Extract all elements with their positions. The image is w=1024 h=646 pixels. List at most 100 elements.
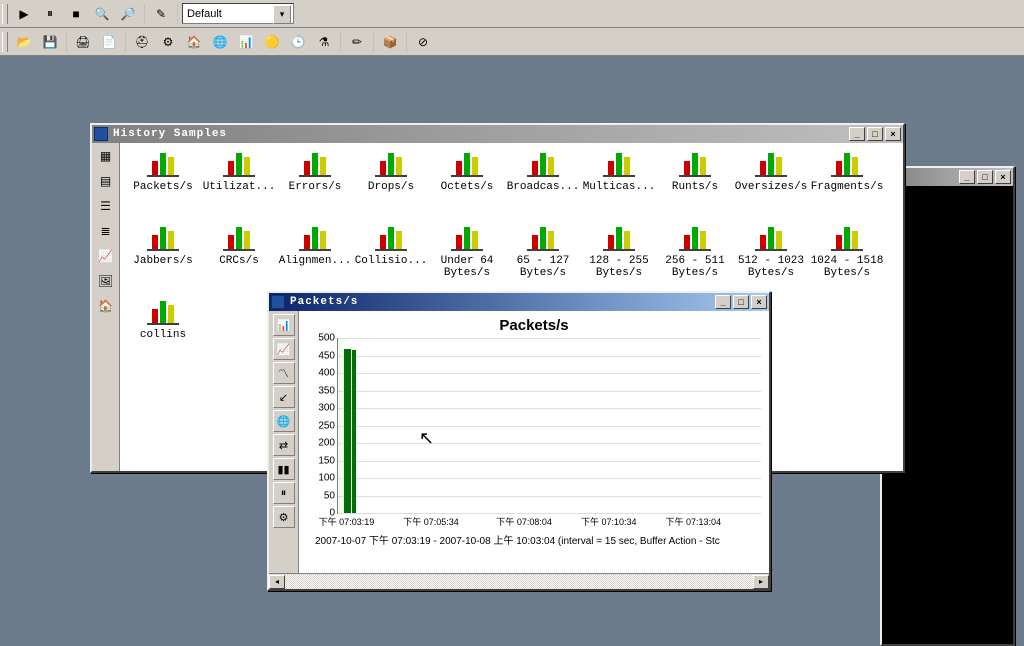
toolbar-row-2: 📂 💾 🖨 📄 ⛑ ⚙ 🏠 🌐 📊 🟡 🕒 ⚗ ✏ 📦 ⊘ bbox=[0, 28, 1024, 56]
bar-chart-icon bbox=[831, 225, 863, 251]
minimize-button[interactable]: _ bbox=[959, 170, 975, 184]
bar-chart-icon bbox=[603, 151, 635, 177]
area-chart-button[interactable]: 📈 bbox=[273, 338, 295, 360]
maximize-button[interactable]: □ bbox=[733, 295, 749, 309]
find-next-button[interactable]: 🔎 bbox=[116, 3, 140, 25]
tool-j-button[interactable]: 📦 bbox=[378, 31, 402, 53]
history-item[interactable]: Utilizat... bbox=[202, 151, 276, 223]
compare-button[interactable]: ⇄ bbox=[273, 434, 295, 456]
pause-button[interactable]: ⏸ bbox=[38, 3, 62, 25]
stop-button[interactable]: ■ bbox=[64, 3, 88, 25]
history-item-label: collins bbox=[140, 329, 186, 341]
history-item[interactable]: Oversizes/s bbox=[734, 151, 808, 223]
print-button[interactable]: 🖨 bbox=[71, 31, 95, 53]
history-item[interactable]: Collisio... bbox=[354, 225, 428, 297]
close-button[interactable]: × bbox=[751, 295, 767, 309]
profile-combo[interactable]: Default bbox=[182, 3, 294, 24]
grip-icon bbox=[2, 32, 8, 52]
tool-a-button[interactable]: ⛑ bbox=[130, 31, 154, 53]
data-bar bbox=[344, 349, 350, 514]
line-chart-button[interactable]: 〽 bbox=[273, 362, 295, 384]
chart-tool-button[interactable]: 📈 bbox=[95, 245, 117, 267]
chart-canvas: Packets/s 050100150200250300350400450500… bbox=[299, 311, 769, 573]
scroll-track[interactable] bbox=[285, 575, 753, 589]
history-item[interactable]: Octets/s bbox=[430, 151, 504, 223]
history-titlebar[interactable]: History Samples _ □ × bbox=[92, 125, 903, 143]
separator bbox=[177, 4, 178, 24]
globe-button[interactable]: 🌐 bbox=[273, 410, 295, 432]
bar-chart-icon bbox=[679, 225, 711, 251]
view-list-button[interactable]: ☰ bbox=[95, 195, 117, 217]
history-item[interactable]: collins bbox=[126, 299, 200, 371]
minimize-button[interactable]: _ bbox=[715, 295, 731, 309]
history-item[interactable]: Broadcas... bbox=[506, 151, 580, 223]
save-button[interactable]: 💾 bbox=[38, 31, 62, 53]
scroll-right-button[interactable]: ▸ bbox=[753, 575, 769, 589]
history-item-label: 256 - 511 Bytes/s bbox=[665, 255, 724, 279]
image-tool-button[interactable]: 🖼 bbox=[95, 270, 117, 292]
maximize-button[interactable]: □ bbox=[867, 127, 883, 141]
maximize-button[interactable]: □ bbox=[977, 170, 993, 184]
history-item-label: Broadcas... bbox=[507, 181, 580, 193]
history-item[interactable]: 1024 - 1518 Bytes/s bbox=[810, 225, 884, 297]
close-button[interactable]: × bbox=[995, 170, 1011, 184]
tool-b-button[interactable]: ⚙ bbox=[156, 31, 180, 53]
tool-c-button[interactable]: 🏠 bbox=[182, 31, 206, 53]
history-left-toolbar: ▦ ▤ ☰ ≣ 📈 🖼 🏠 bbox=[92, 143, 120, 471]
history-item[interactable]: Under 64 Bytes/s bbox=[430, 225, 504, 297]
scroll-left-button[interactable]: ◂ bbox=[269, 575, 285, 589]
tool-f-button[interactable]: 🟡 bbox=[260, 31, 284, 53]
tool-k-button[interactable]: ⊘ bbox=[411, 31, 435, 53]
tool-i-button[interactable]: ✏ bbox=[345, 31, 369, 53]
grid-line bbox=[338, 478, 761, 479]
chart-window: Packets/s _ □ × 📊 📈 〽 ↙ 🌐 ⇄ ▮▮ ⏸ ⚙ Packe… bbox=[267, 291, 771, 591]
wand-button[interactable]: ✎ bbox=[149, 3, 173, 25]
open-button[interactable]: 📂 bbox=[12, 31, 36, 53]
zoom-button[interactable]: ↙ bbox=[273, 386, 295, 408]
history-item[interactable]: 256 - 511 Bytes/s bbox=[658, 225, 732, 297]
grid-line bbox=[338, 461, 761, 462]
chart-main: 📊 📈 〽 ↙ 🌐 ⇄ ▮▮ ⏸ ⚙ Packets/s 05010015020… bbox=[269, 311, 769, 573]
pause-chart-button[interactable]: ⏸ bbox=[273, 482, 295, 504]
view-detail-button[interactable]: ≣ bbox=[95, 220, 117, 242]
preview-button[interactable]: 📄 bbox=[97, 31, 121, 53]
horizontal-scrollbar[interactable]: ◂ ▸ bbox=[269, 573, 769, 589]
grid-line bbox=[338, 443, 761, 444]
tool-g-button[interactable]: 🕒 bbox=[286, 31, 310, 53]
separator bbox=[373, 32, 374, 52]
home-tool-button[interactable]: 🏠 bbox=[95, 295, 117, 317]
history-item-label: CRCs/s bbox=[219, 255, 259, 267]
history-item[interactable]: 128 - 255 Bytes/s bbox=[582, 225, 656, 297]
history-item[interactable]: Jabbers/s bbox=[126, 225, 200, 297]
close-button[interactable]: × bbox=[885, 127, 901, 141]
history-item[interactable]: CRCs/s bbox=[202, 225, 276, 297]
history-item[interactable]: Packets/s bbox=[126, 151, 200, 223]
history-item[interactable]: 65 - 127 Bytes/s bbox=[506, 225, 580, 297]
history-item[interactable]: Errors/s bbox=[278, 151, 352, 223]
tool-d-button[interactable]: 🌐 bbox=[208, 31, 232, 53]
history-item-label: Collisio... bbox=[355, 255, 428, 267]
history-item[interactable]: 512 - 1023 Bytes/s bbox=[734, 225, 808, 297]
history-item[interactable]: Drops/s bbox=[354, 151, 428, 223]
settings-chart-button[interactable]: ⚙ bbox=[273, 506, 295, 528]
y-tick-label: 100 bbox=[318, 473, 335, 484]
play-button[interactable]: ▶ bbox=[12, 3, 36, 25]
tool-h-button[interactable]: ⚗ bbox=[312, 31, 336, 53]
history-item-label: Drops/s bbox=[368, 181, 414, 193]
bar-chart-icon bbox=[755, 225, 787, 251]
bar-chart-icon bbox=[223, 151, 255, 177]
history-item[interactable]: Runts/s bbox=[658, 151, 732, 223]
find-button[interactable]: 🔍 bbox=[90, 3, 114, 25]
chart-titlebar[interactable]: Packets/s _ □ × bbox=[269, 293, 769, 311]
view-small-icons-button[interactable]: ▤ bbox=[95, 170, 117, 192]
history-item[interactable]: Fragments/s bbox=[810, 151, 884, 223]
bar-chart-button[interactable]: 📊 bbox=[273, 314, 295, 336]
minimize-button[interactable]: _ bbox=[849, 127, 865, 141]
history-item[interactable]: Alignmen... bbox=[278, 225, 352, 297]
bars-button[interactable]: ▮▮ bbox=[273, 458, 295, 480]
view-large-icons-button[interactable]: ▦ bbox=[95, 145, 117, 167]
tool-e-button[interactable]: 📊 bbox=[234, 31, 258, 53]
history-item[interactable]: Multicas... bbox=[582, 151, 656, 223]
y-tick-label: 400 bbox=[318, 368, 335, 379]
separator bbox=[406, 32, 407, 52]
